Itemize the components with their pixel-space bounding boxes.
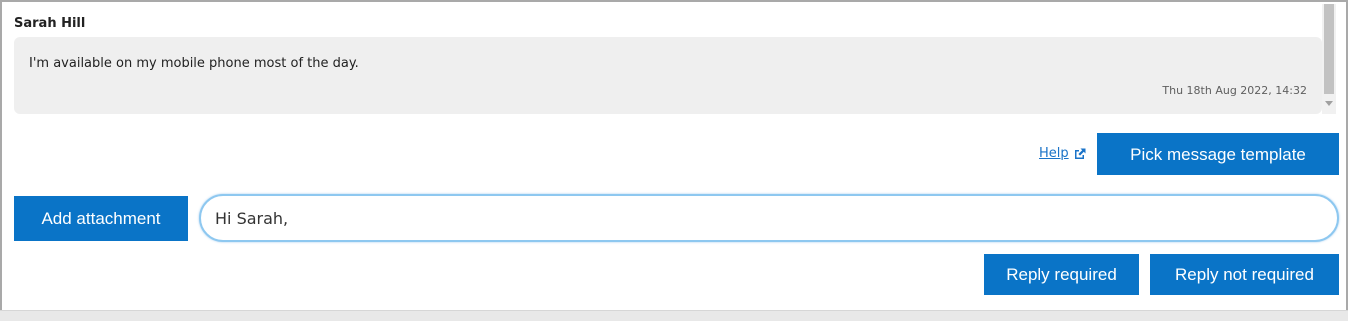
message-thread: Sarah Hill I'm available on my mobile ph… bbox=[14, 4, 1336, 116]
message-bubble: I'm available on my mobile phone most of… bbox=[14, 37, 1322, 114]
sender-name: Sarah Hill bbox=[14, 16, 86, 31]
scroll-down-arrow-icon[interactable] bbox=[1325, 101, 1333, 106]
message-input[interactable] bbox=[199, 194, 1339, 242]
reply-not-required-button[interactable]: Reply not required bbox=[1150, 254, 1339, 295]
thread-scrollbar[interactable] bbox=[1322, 4, 1336, 114]
message-text: I'm available on my mobile phone most of… bbox=[29, 56, 359, 71]
pick-message-template-button[interactable]: Pick message template bbox=[1097, 133, 1339, 175]
help-link[interactable]: Help bbox=[1039, 146, 1069, 161]
add-attachment-button[interactable]: Add attachment bbox=[14, 196, 188, 241]
reply-required-button[interactable]: Reply required bbox=[984, 254, 1139, 295]
panel-footer-divider bbox=[0, 310, 1348, 321]
scrollbar-thumb[interactable] bbox=[1324, 4, 1334, 94]
message-timestamp: Thu 18th Aug 2022, 14:32 bbox=[1162, 84, 1307, 97]
external-link-icon[interactable] bbox=[1073, 147, 1087, 161]
messaging-panel: Sarah Hill I'm available on my mobile ph… bbox=[0, 0, 1348, 320]
